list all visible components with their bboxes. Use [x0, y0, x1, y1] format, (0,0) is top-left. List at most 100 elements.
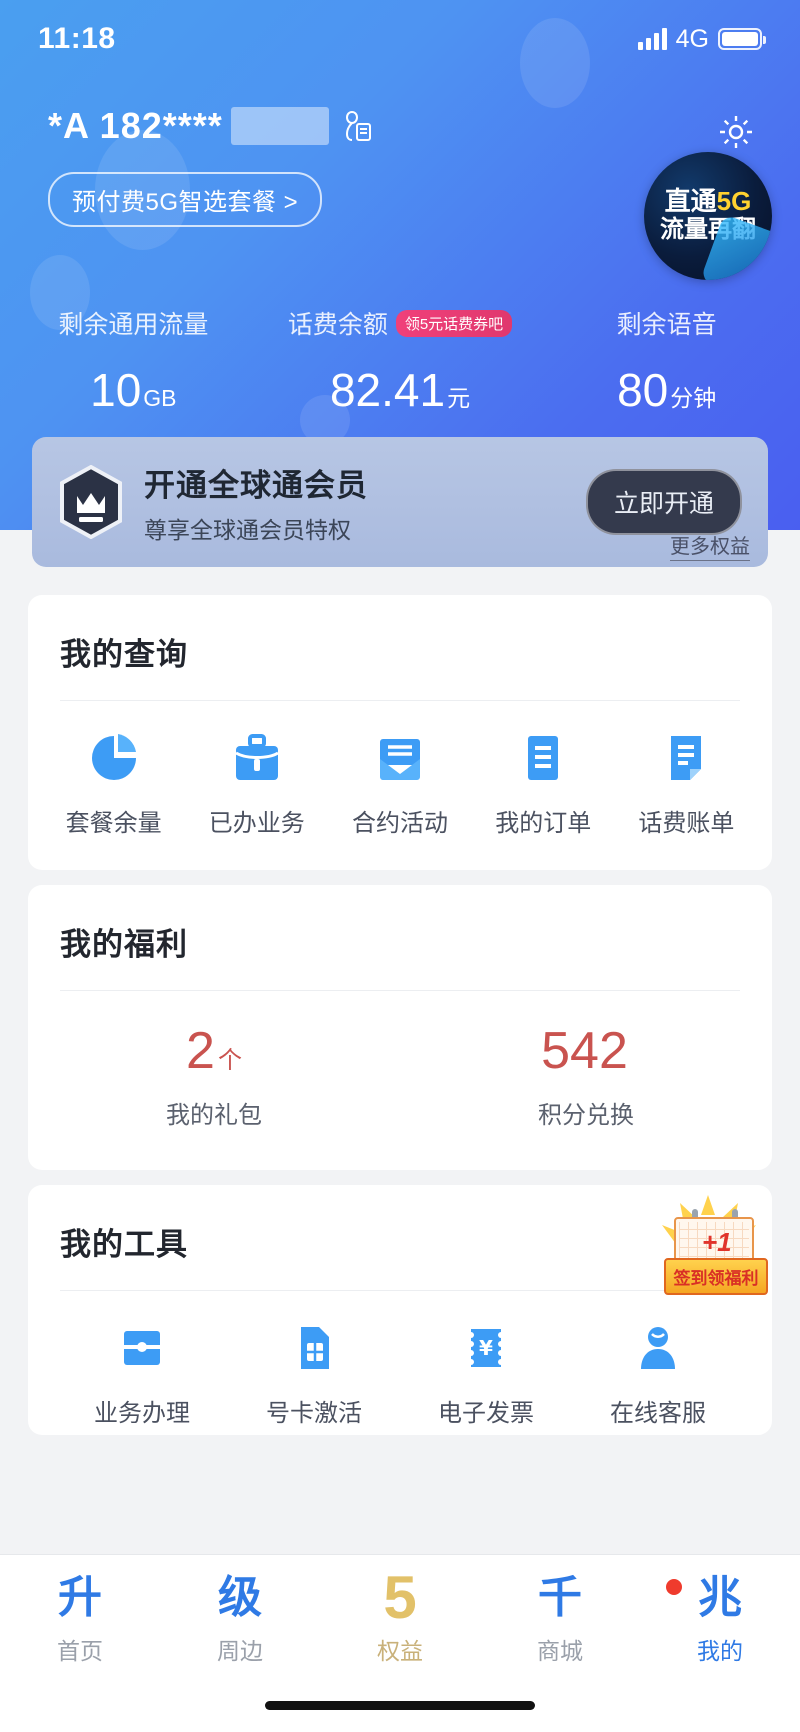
tab-label: 首页 — [57, 1638, 103, 1664]
store-tab-icon: 千 — [538, 1573, 582, 1622]
tab-nearby[interactable]: 级 周边 — [160, 1555, 320, 1683]
gear-icon[interactable] — [716, 112, 756, 152]
id-card-icon[interactable] — [343, 109, 371, 143]
membership-banner[interactable]: 开通全球通会员 尊享全球通会员特权 立即开通 更多权益 — [32, 437, 768, 567]
tool-item-label: 号卡激活 — [266, 1400, 362, 1427]
welfare-unit: 个 — [217, 1047, 242, 1074]
profile-tab-icon: 兆 — [698, 1573, 742, 1622]
welfare-item-gift-packs[interactable]: 2 个 我的礼包 — [28, 1021, 400, 1130]
membership-subtitle: 尊享全球通会员特权 — [144, 516, 351, 543]
account-row[interactable]: *A 182**** — [48, 105, 371, 147]
tab-list: 升 首页 级 周边 5 权益 千 商城 兆 我的 — [0, 1555, 800, 1683]
tab-benefits[interactable]: 5 权益 — [320, 1555, 480, 1683]
battery-full-icon — [718, 28, 766, 50]
stat-value: 10 GB — [90, 363, 176, 417]
invoice-yuan-icon: ¥ — [459, 1321, 513, 1375]
list-document-icon — [516, 731, 570, 785]
bottom-tab-bar: 升 首页 级 周边 5 权益 千 商城 兆 我的 — [0, 1554, 800, 1732]
my-query-grid: 套餐余量 已办业务 合约活动 我的订单 话费账单 — [28, 701, 772, 838]
query-item-handled-business[interactable]: 已办业务 — [185, 731, 328, 838]
balance-stats-row: 剩余通用流量 10 GB 话费余额 领5元话费券吧 82.41 元 剩余语音 8… — [0, 305, 800, 417]
checkin-reward-sticker[interactable]: +1 签到领福利 — [650, 1195, 768, 1295]
stat-balance[interactable]: 话费余额 领5元话费券吧 82.41 元 — [267, 305, 534, 417]
membership-more-link[interactable]: 更多权益 — [670, 530, 750, 561]
briefcase-icon — [230, 731, 284, 785]
stat-value: 80 分钟 — [617, 363, 716, 417]
plan-chip[interactable]: 预付费5G智选套餐 > — [48, 172, 323, 227]
bill-document-icon — [659, 731, 713, 785]
account-number: *A 182**** — [48, 105, 223, 146]
membership-activate-button[interactable]: 立即开通 — [585, 469, 742, 535]
status-indicators: 4G — [637, 24, 766, 54]
stat-data[interactable]: 剩余通用流量 10 GB — [0, 305, 267, 417]
tool-item-label: 电子发票 — [438, 1400, 534, 1427]
membership-text: 开通全球通会员 尊享全球通会员特权 — [144, 460, 586, 545]
my-welfare-grid: 2 个 我的礼包 542 积分兑换 — [28, 991, 772, 1130]
nearby-tab-icon: 级 — [218, 1573, 262, 1622]
stat-number: 10 — [90, 364, 142, 416]
stat-label: 剩余语音 — [617, 305, 717, 341]
app-screen: 11:18 4G *A 182**** 预付费5G智选套餐 > 直通5G 流量再… — [0, 0, 800, 1732]
welfare-item-points-exchange[interactable]: 542 积分兑换 — [400, 1021, 772, 1130]
welfare-number: 542 — [541, 1022, 628, 1080]
tab-home[interactable]: 升 首页 — [0, 1555, 160, 1683]
query-item-contract-activity[interactable]: 合约活动 — [328, 731, 471, 838]
tab-label: 商城 — [537, 1638, 583, 1664]
query-item-phone-bill[interactable]: 话费账单 — [615, 731, 758, 838]
my-welfare-card: 我的福利 2 个 我的礼包 542 积分兑换 — [28, 885, 772, 1170]
stat-value: 82.41 元 — [330, 363, 470, 417]
my-tools-card: 我的工具 +1 签到领福利 业务办理 号卡激活 ¥ 电子发票 在线客服 — [28, 1185, 772, 1435]
query-item-label: 话费账单 — [638, 810, 735, 837]
person-support-icon — [631, 1321, 685, 1375]
stat-number: 80 — [617, 364, 669, 416]
welfare-label: 积分兑换 — [538, 1102, 634, 1129]
query-item-my-orders[interactable]: 我的订单 — [472, 731, 615, 838]
sim-card-icon — [287, 1321, 341, 1375]
stat-unit: 分钟 — [670, 385, 717, 411]
my-welfare-title: 我的福利 — [60, 927, 188, 962]
svg-text:¥: ¥ — [479, 1336, 493, 1360]
checkin-ribbon-label: 签到领福利 — [664, 1258, 768, 1295]
query-item-label: 合约活动 — [352, 810, 448, 837]
account-masked-block — [230, 107, 329, 145]
tab-label: 周边 — [217, 1638, 263, 1664]
promo-line-1: 直通5G — [664, 186, 752, 217]
crown-badge-icon — [58, 464, 124, 540]
welfare-number: 2 — [186, 1022, 215, 1080]
tool-item-label: 在线客服 — [610, 1400, 706, 1427]
tool-item-label: 业务办理 — [94, 1400, 190, 1427]
my-query-title: 我的查询 — [60, 637, 188, 672]
stat-label-text: 剩余通用流量 — [58, 311, 209, 339]
tool-item-e-invoice[interactable]: ¥ 电子发票 — [400, 1321, 572, 1428]
query-item-label: 已办业务 — [208, 810, 305, 837]
stat-label: 话费余额 领5元话费券吧 — [288, 305, 513, 341]
tool-item-online-support[interactable]: 在线客服 — [572, 1321, 744, 1428]
stat-unit: 元 — [447, 385, 471, 411]
benefits-tab-icon: 5 — [383, 1564, 417, 1631]
query-item-package-balance[interactable]: 套餐余量 — [42, 731, 185, 838]
tab-store[interactable]: 千 商城 — [480, 1555, 640, 1683]
tool-item-sim-activation[interactable]: 号卡激活 — [228, 1321, 400, 1428]
tab-label: 权益 — [377, 1638, 423, 1664]
tool-item-business-handling[interactable]: 业务办理 — [56, 1321, 228, 1428]
stat-number: 82.41 — [329, 364, 446, 416]
promo-5g-badge[interactable]: 直通5G 流量再翻 — [644, 152, 772, 280]
coupon-badge[interactable]: 领5元话费券吧 — [395, 309, 513, 337]
network-type-label: 4G — [675, 24, 709, 53]
pie-chart-icon — [87, 731, 141, 785]
welfare-label: 我的礼包 — [166, 1102, 262, 1129]
tab-label: 我的 — [697, 1638, 743, 1664]
home-tab-icon: 升 — [58, 1573, 102, 1622]
tab-profile[interactable]: 兆 我的 — [640, 1555, 800, 1683]
membership-title: 开通全球通会员 — [144, 467, 368, 503]
query-item-label: 我的订单 — [495, 810, 592, 837]
notification-dot — [666, 1579, 682, 1595]
stat-label-text: 剩余语音 — [616, 311, 717, 339]
query-item-label: 套餐余量 — [65, 810, 162, 837]
envelope-icon — [373, 731, 427, 785]
stat-label: 剩余通用流量 — [58, 305, 208, 341]
stat-voice[interactable]: 剩余语音 80 分钟 — [533, 305, 800, 417]
my-query-card: 我的查询 套餐余量 已办业务 合约活动 我的订单 话费账单 — [28, 595, 772, 870]
status-bar: 11:18 4G — [0, 0, 800, 78]
home-indicator — [265, 1701, 535, 1710]
